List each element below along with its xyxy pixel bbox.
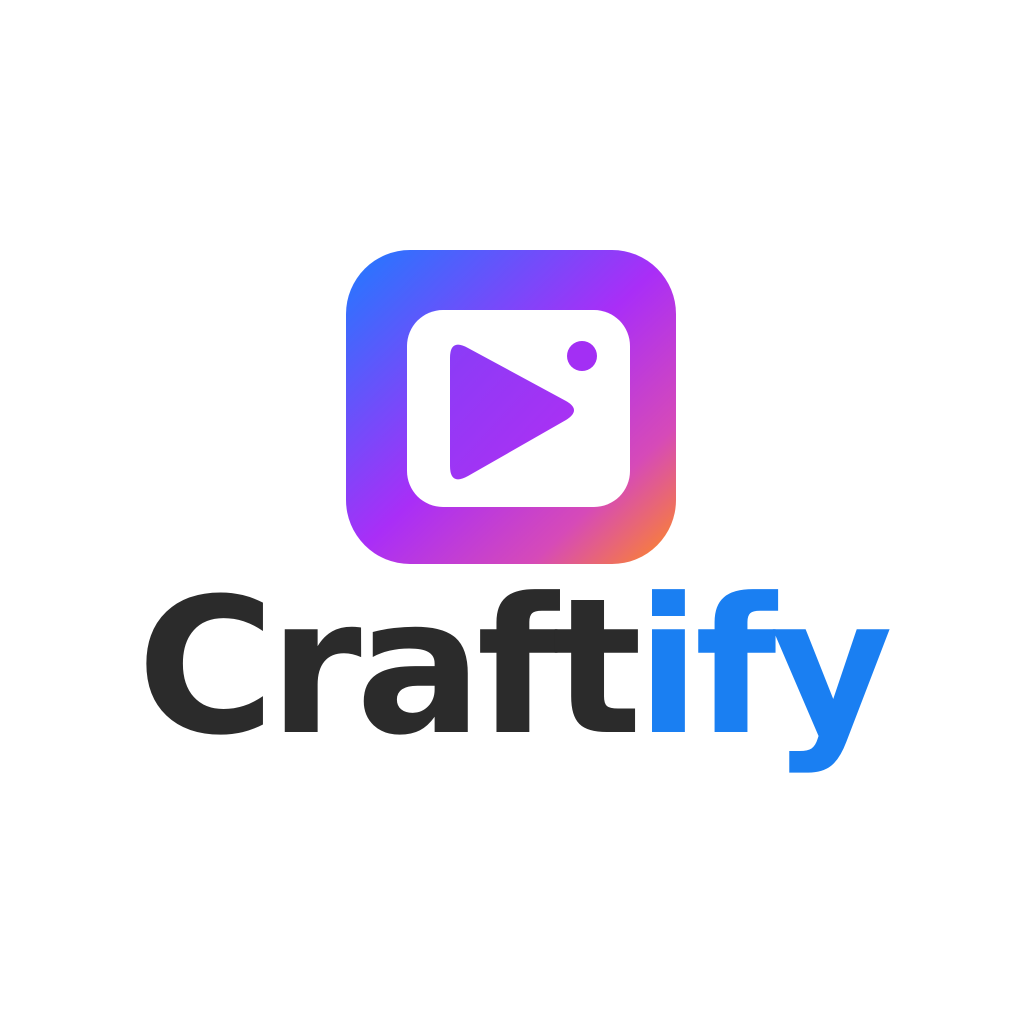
logo-canvas: Craftify bbox=[0, 0, 1024, 1024]
wordmark-ify: ify bbox=[636, 558, 893, 777]
app-icon-graphic bbox=[346, 250, 676, 564]
video-play-icon bbox=[346, 250, 676, 564]
brand-wordmark: Craftify bbox=[0, 568, 1024, 768]
record-dot-icon bbox=[567, 341, 597, 371]
wordmark-craft: Craft bbox=[137, 558, 642, 777]
